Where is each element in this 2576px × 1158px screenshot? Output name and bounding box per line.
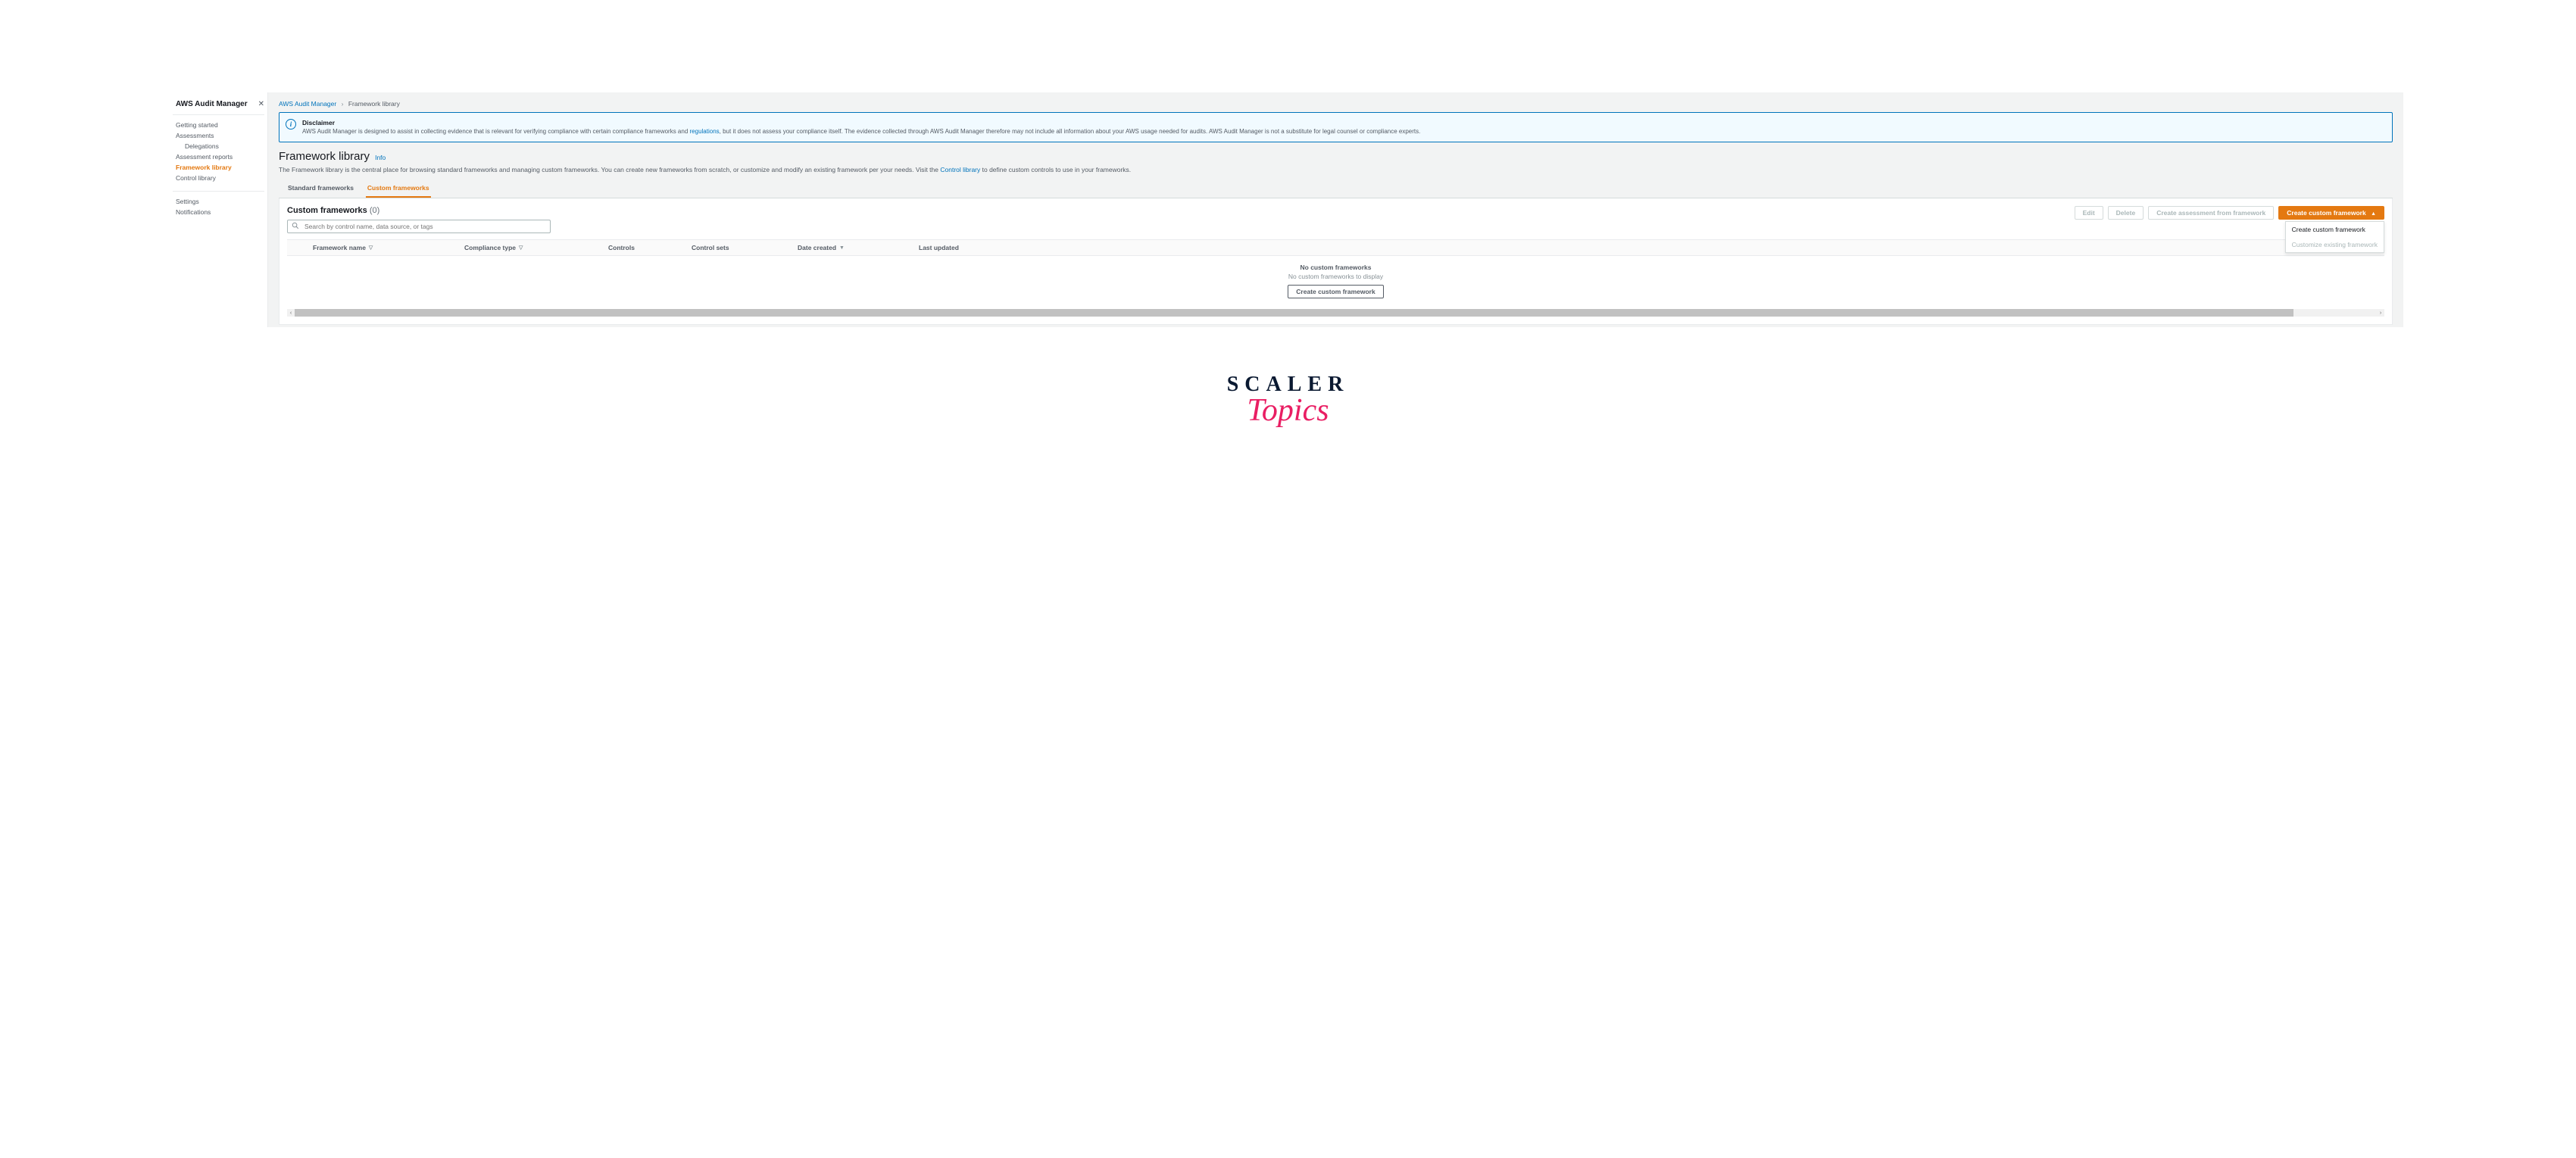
- main-content: AWS Audit Manager › Framework library i …: [268, 92, 2403, 327]
- disclaimer-box: i Disclaimer AWS Audit Manager is design…: [279, 112, 2393, 142]
- col-updated: Last updated: [914, 244, 2384, 251]
- nav-assessments[interactable]: Assessments: [173, 130, 264, 141]
- nav-notifications[interactable]: Notifications: [173, 207, 264, 217]
- col-name: Framework name▽: [308, 244, 460, 251]
- scroll-left-icon[interactable]: ‹: [287, 311, 295, 316]
- empty-state: No custom frameworks No custom framework…: [287, 256, 2384, 306]
- search-wrap: [287, 220, 551, 233]
- chevron-right-icon: ›: [342, 100, 344, 108]
- create-custom-framework-button[interactable]: Create custom framework ▲: [2278, 206, 2384, 220]
- breadcrumb-root[interactable]: AWS Audit Manager: [279, 100, 336, 108]
- control-library-link[interactable]: Control library: [940, 166, 980, 173]
- page-desc-pre: The Framework library is the central pla…: [279, 166, 940, 173]
- frameworks-table: Framework name▽ Compliance type▽ Control…: [287, 239, 2384, 306]
- page-header: Framework library Info: [279, 150, 2393, 163]
- create-assessment-button[interactable]: Create assessment from framework: [2148, 206, 2274, 220]
- edit-button[interactable]: Edit: [2075, 206, 2103, 220]
- sidebar-header: AWS Audit Manager ✕: [173, 100, 264, 115]
- empty-heading: No custom frameworks: [287, 264, 2384, 271]
- panel-title: Custom frameworks (0): [287, 206, 551, 215]
- page-title: Framework library: [279, 150, 370, 163]
- create-custom-label: Create custom framework: [2287, 209, 2365, 217]
- panel-header: Custom frameworks (0) Edit Delete Create…: [287, 206, 2384, 233]
- empty-create-button[interactable]: Create custom framework: [1288, 285, 1383, 298]
- search-input[interactable]: [287, 220, 551, 233]
- panel-count: (0): [370, 206, 379, 215]
- page-description: The Framework library is the central pla…: [279, 166, 2393, 173]
- tabs: Standard frameworks Custom frameworks: [279, 179, 2393, 198]
- dropdown-customize-existing[interactable]: Customize existing framework: [2286, 237, 2384, 252]
- col-type-label: Compliance type: [464, 244, 516, 251]
- nav-framework-library[interactable]: Framework library: [173, 162, 264, 173]
- nav-group-main: Getting started Assessments Delegations …: [173, 120, 264, 183]
- nav-getting-started[interactable]: Getting started: [173, 120, 264, 130]
- table-header: Framework name▽ Compliance type▽ Control…: [287, 239, 2384, 256]
- tab-standard[interactable]: Standard frameworks: [286, 179, 355, 198]
- disclaimer-text-post: , but it does not assess your compliance…: [720, 128, 1421, 135]
- app-frame: AWS Audit Manager ✕ Getting started Asse…: [173, 92, 2403, 327]
- empty-sub: No custom frameworks to display: [287, 273, 2384, 280]
- info-icon: i: [286, 119, 296, 130]
- breadcrumb-current: Framework library: [348, 100, 400, 108]
- sidebar-title: AWS Audit Manager: [176, 100, 248, 108]
- nav-control-library[interactable]: Control library: [173, 173, 264, 183]
- regulations-link[interactable]: regulations: [690, 128, 720, 135]
- nav-separator: [173, 191, 264, 192]
- breadcrumb: AWS Audit Manager › Framework library: [279, 100, 2393, 108]
- scroll-track[interactable]: [295, 309, 2293, 317]
- info-link[interactable]: Info: [375, 154, 386, 161]
- sort-icon[interactable]: ▼: [839, 245, 845, 251]
- nav-assessment-reports[interactable]: Assessment reports: [173, 151, 264, 162]
- horizontal-scrollbar[interactable]: ‹ ›: [287, 309, 2384, 317]
- page-desc-post: to define custom controls to use in your…: [980, 166, 1131, 173]
- custom-frameworks-panel: Custom frameworks (0) Edit Delete Create…: [279, 198, 2393, 325]
- tab-custom[interactable]: Custom frameworks: [366, 179, 431, 198]
- disclaimer-content: Disclaimer AWS Audit Manager is designed…: [302, 119, 1420, 136]
- col-date: Date created▼: [793, 244, 914, 251]
- action-bar: Edit Delete Create assessment from frame…: [2075, 206, 2384, 220]
- watermark-line2: Topics: [0, 392, 2576, 429]
- sort-icon[interactable]: ▽: [519, 245, 523, 251]
- chevron-up-icon: ▲: [2371, 211, 2376, 217]
- panel-title-text: Custom frameworks: [287, 206, 367, 215]
- watermark: SCALER Topics: [0, 373, 2576, 429]
- create-dropdown: Create custom framework Customize existi…: [2285, 221, 2384, 253]
- col-select: [287, 244, 308, 251]
- search-icon: [292, 222, 299, 231]
- close-icon[interactable]: ✕: [258, 100, 264, 108]
- delete-button[interactable]: Delete: [2108, 206, 2144, 220]
- nav-settings[interactable]: Settings: [173, 196, 264, 207]
- nav-delegations[interactable]: Delegations: [173, 141, 264, 151]
- dropdown-create-custom[interactable]: Create custom framework: [2286, 222, 2384, 237]
- col-controls: Controls: [604, 244, 687, 251]
- sort-icon[interactable]: ▽: [369, 245, 373, 251]
- sidebar: AWS Audit Manager ✕ Getting started Asse…: [173, 92, 268, 327]
- disclaimer-text-pre: AWS Audit Manager is designed to assist …: [302, 128, 690, 135]
- col-name-label: Framework name: [313, 244, 366, 251]
- col-date-label: Date created: [798, 244, 836, 251]
- nav-group-settings: Settings Notifications: [173, 196, 264, 217]
- col-type: Compliance type▽: [460, 244, 604, 251]
- disclaimer-body: AWS Audit Manager is designed to assist …: [302, 128, 1420, 136]
- scroll-right-icon[interactable]: ›: [2377, 311, 2384, 316]
- disclaimer-title: Disclaimer: [302, 119, 1420, 126]
- col-sets: Control sets: [687, 244, 793, 251]
